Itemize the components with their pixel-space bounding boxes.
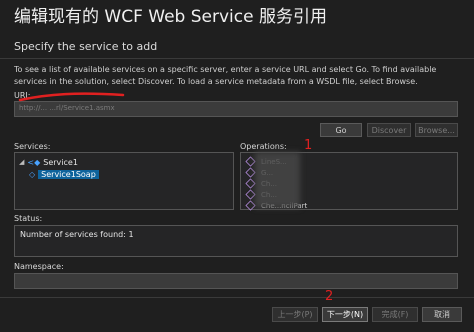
cancel-button[interactable]: 取消 (422, 307, 462, 322)
services-tree[interactable]: ◢ <◆ Service1 ◇ Service1Soap (14, 152, 234, 210)
annotation-number-2: 2 (325, 289, 334, 304)
dialog-subtitle: Specify the service to add (14, 40, 158, 53)
status-box: Number of services found: 1 (14, 225, 458, 257)
operations-label: Operations: (240, 142, 287, 151)
namespace-input[interactable] (14, 273, 458, 289)
tree-item-service1soap[interactable]: ◇ Service1Soap (29, 168, 233, 180)
dialog-title: 编辑现有的 WCF Web Service 服务引用 (14, 7, 327, 27)
next-button[interactable]: 下一步(N) (322, 307, 368, 322)
go-button[interactable]: Go (320, 123, 362, 137)
status-text: Number of services found: 1 (20, 230, 134, 239)
blurred-region (255, 152, 300, 208)
footer-divider (0, 297, 474, 298)
namespace-value (15, 282, 19, 291)
annotation-number-1: 1 (304, 138, 313, 153)
tree-item-service1[interactable]: ◢ <◆ Service1 (19, 156, 233, 168)
tree-item-label-selected: Service1Soap (38, 169, 99, 179)
browse-button[interactable]: Browse... (415, 123, 458, 137)
endpoint-icon: ◇ (29, 169, 36, 179)
header-divider (0, 58, 474, 59)
discover-button[interactable]: Discover (367, 123, 411, 137)
status-label: Status: (14, 214, 43, 223)
collapse-arrow-icon[interactable]: ◢ (19, 158, 24, 166)
services-label: Services: (14, 142, 51, 151)
instructions-text: To see a list of available services on a… (14, 65, 437, 86)
prev-button[interactable]: 上一步(P) (272, 307, 318, 322)
red-scribble-annotation (18, 92, 125, 102)
finish-button[interactable]: 完成(F) (372, 307, 418, 322)
namespace-label: Namespace: (14, 262, 64, 271)
tree-item-label: Service1 (43, 157, 78, 167)
service-icon: <◆ (27, 157, 41, 167)
